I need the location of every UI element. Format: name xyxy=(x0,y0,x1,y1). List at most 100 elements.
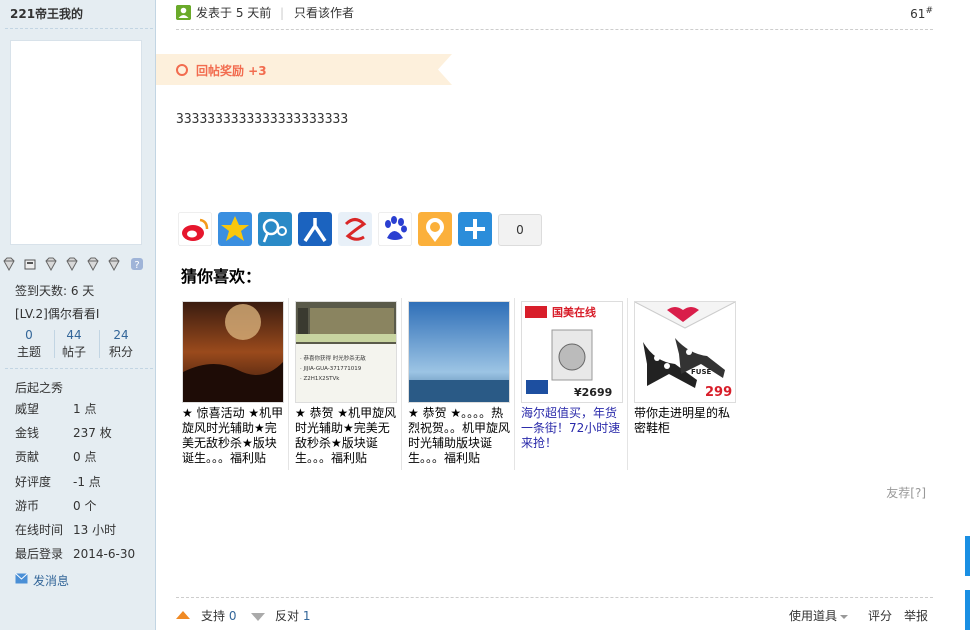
use-tools-label: 使用道具 xyxy=(788,609,837,623)
separator: | xyxy=(280,6,285,20)
info-key: 游币 xyxy=(15,499,40,513)
svg-text:?: ? xyxy=(134,260,139,271)
info-value: 237 枚 xyxy=(73,426,112,440)
info-key: 金钱 xyxy=(15,426,40,440)
avatar[interactable] xyxy=(10,40,142,245)
game-text: · JIJIA-GUA-371771019 xyxy=(300,366,362,372)
high-heels-image: FUSE 299 xyxy=(635,302,735,402)
share-count: 0 xyxy=(498,214,542,246)
report-button[interactable]: 举报 xyxy=(904,607,928,625)
thumbs-down-icon[interactable] xyxy=(251,613,265,621)
author-username[interactable]: 221帝王我的 xyxy=(10,5,83,22)
game-screenshot-image: · 恭喜你获得 时光秒杀无敌 · JIJIA-GUA-371771019 · Z2H… xyxy=(296,302,396,402)
stat-value: 0 xyxy=(25,328,33,342)
recommend-image[interactable]: FUSE 299 xyxy=(634,301,736,403)
info-value: 0 点 xyxy=(73,450,97,464)
medal-diamond-icon[interactable] xyxy=(65,257,79,271)
divider xyxy=(176,597,933,598)
side-toolbar-tab[interactable] xyxy=(965,590,970,630)
sign-days: 签到天数: 6 天 xyxy=(15,284,95,298)
reward-banner: 回帖奖励 +3 xyxy=(156,54,452,85)
post-time: 发表于 5 天前 xyxy=(196,6,272,20)
stat-threads[interactable]: 0 主题 xyxy=(10,326,48,360)
rate-button[interactable]: 评分 xyxy=(868,607,892,625)
oppose-count: 1 xyxy=(302,609,311,623)
ad-price: 299 xyxy=(705,385,732,400)
recommend-text[interactable]: ★ 恭贺 ★。。。。热烈祝贺。。机甲旋风时光辅助版块诞生。。。福利贴 xyxy=(408,406,512,466)
ad-price: ¥2699 xyxy=(574,386,612,399)
recommend-image[interactable]: · 恭喜你获得 时光秒杀无敌 · JIJIA-GUA-371771019 · Z2H… xyxy=(295,301,397,403)
sea-sky-image xyxy=(409,302,509,402)
info-value: 1 点 xyxy=(73,402,97,416)
medal-row: ? xyxy=(2,257,152,273)
qzone-icon[interactable] xyxy=(218,212,252,246)
author-sidebar: 221帝王我的 ? 签到天数: 6 天 [LV.2]偶尔看看I 0 主题 44 … xyxy=(0,0,156,630)
only-author-link[interactable]: 只看该作者 xyxy=(294,4,354,22)
floor-mark: # xyxy=(925,6,933,16)
info-value: 0 个 xyxy=(73,499,97,513)
recommend-image[interactable] xyxy=(182,301,284,403)
info-key: 威望 xyxy=(15,402,40,416)
stat-credits[interactable]: 24 积分 xyxy=(102,326,140,360)
game-text: · Z2H1X2STVk xyxy=(300,376,340,382)
oppose-label: 反对 xyxy=(275,609,300,623)
game-text: · 恭喜你获得 时光秒杀无敌 xyxy=(300,354,366,362)
baidu-icon[interactable] xyxy=(378,212,412,246)
ad-brand: 国美在线 xyxy=(552,305,596,319)
medal-diamond-icon[interactable] xyxy=(107,257,121,271)
reward-text: 回帖奖励 +3 xyxy=(196,64,267,78)
planet-sunset-image xyxy=(183,302,283,402)
recommend-text[interactable]: ★ 惊喜活动 ★机甲旋风时光辅助★完美无敌秒杀★版块诞生。。。福利贴 xyxy=(182,406,286,466)
divider xyxy=(401,298,402,470)
info-value: -1 点 xyxy=(73,475,101,489)
divider xyxy=(99,330,100,358)
user-stats: 0 主题 44 帖子 24 积分 xyxy=(10,326,140,362)
envelope-icon xyxy=(15,573,28,584)
medal-diamond-icon[interactable] xyxy=(44,257,58,271)
use-tools-menu[interactable]: 使用道具 xyxy=(789,607,848,625)
thumbs-up-icon[interactable] xyxy=(176,611,190,619)
friend-recommend-link[interactable]: 友荐[?] xyxy=(886,484,926,501)
map-pin-icon[interactable] xyxy=(418,212,452,246)
sina-weibo-icon[interactable] xyxy=(178,212,212,246)
info-key: 在线时间 xyxy=(15,523,64,537)
tencent-weibo-icon[interactable] xyxy=(258,212,292,246)
support-button[interactable]: 支持 0 xyxy=(201,607,236,625)
info-value: 2014-6-30 xyxy=(73,547,136,561)
stat-label: 帖子 xyxy=(61,345,86,359)
recommend-text[interactable]: ★ 恭贺 ★机甲旋风时光辅助★完美无敌秒杀★版块诞生。。。福利贴 xyxy=(295,406,399,466)
info-key: 好评度 xyxy=(15,475,52,489)
floor-number[interactable]: 61# xyxy=(910,6,933,21)
renren-icon[interactable] xyxy=(298,212,332,246)
plus-icon[interactable] xyxy=(458,212,492,246)
recommend-text[interactable]: 海尔超值买，年货一条街！72小时速来抢！ xyxy=(521,406,625,451)
user-level[interactable]: [LV.2]偶尔看看I xyxy=(15,305,99,322)
support-label: 支持 xyxy=(201,609,226,623)
help-icon[interactable]: ? xyxy=(130,257,144,271)
recommend-image[interactable] xyxy=(408,301,510,403)
floor-value: 61 xyxy=(910,7,926,21)
info-key: 贡献 xyxy=(15,450,40,464)
divider xyxy=(5,368,153,369)
oppose-button[interactable]: 反对 1 xyxy=(275,607,310,625)
side-toolbar-tab[interactable] xyxy=(965,536,970,576)
info-key: 最后登录 xyxy=(15,547,64,561)
stat-value: 24 xyxy=(113,328,129,342)
ad-brand: FUSE xyxy=(691,368,712,376)
divider xyxy=(5,28,153,29)
medal-diamond-icon[interactable] xyxy=(86,257,100,271)
washing-machine-ad-image: 国美在线 ¥2699 xyxy=(522,302,622,402)
medal-diamond-icon[interactable] xyxy=(2,257,16,271)
info-value: 13 小时 xyxy=(73,523,117,537)
divider xyxy=(288,298,289,470)
netease-weibo-icon[interactable] xyxy=(338,212,372,246)
recommend-image[interactable]: 国美在线 ¥2699 xyxy=(521,301,623,403)
chevron-down-icon xyxy=(840,614,848,619)
recommend-text[interactable]: 带你走进明星的私密鞋柜 xyxy=(634,406,738,436)
divider xyxy=(514,298,515,470)
stat-value: 44 xyxy=(66,328,82,342)
post-main: 发表于 5 天前 | 只看该作者 61# 回帖奖励 +3 33333333333… xyxy=(156,0,970,630)
user-group[interactable]: 后起之秀 xyxy=(15,379,63,396)
stat-posts[interactable]: 44 帖子 xyxy=(55,326,93,360)
medal-chest-icon[interactable] xyxy=(23,257,37,271)
